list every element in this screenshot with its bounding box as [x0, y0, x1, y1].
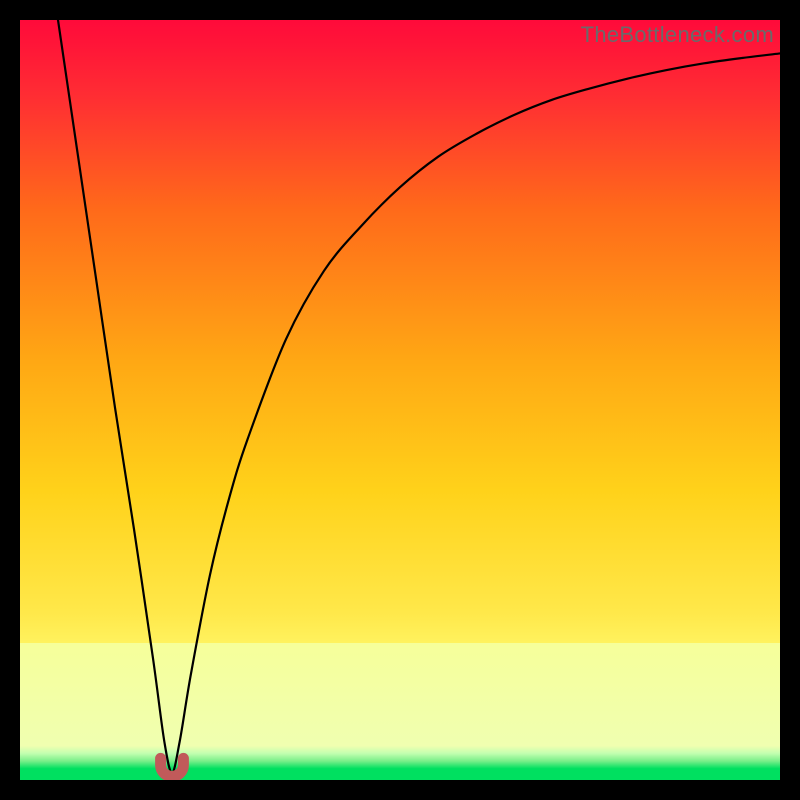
watermark-text: TheBottleneck.com [581, 22, 774, 48]
chart-frame: TheBottleneck.com [20, 20, 780, 780]
gradient-background [20, 20, 780, 780]
bottleneck-plot [20, 20, 780, 780]
